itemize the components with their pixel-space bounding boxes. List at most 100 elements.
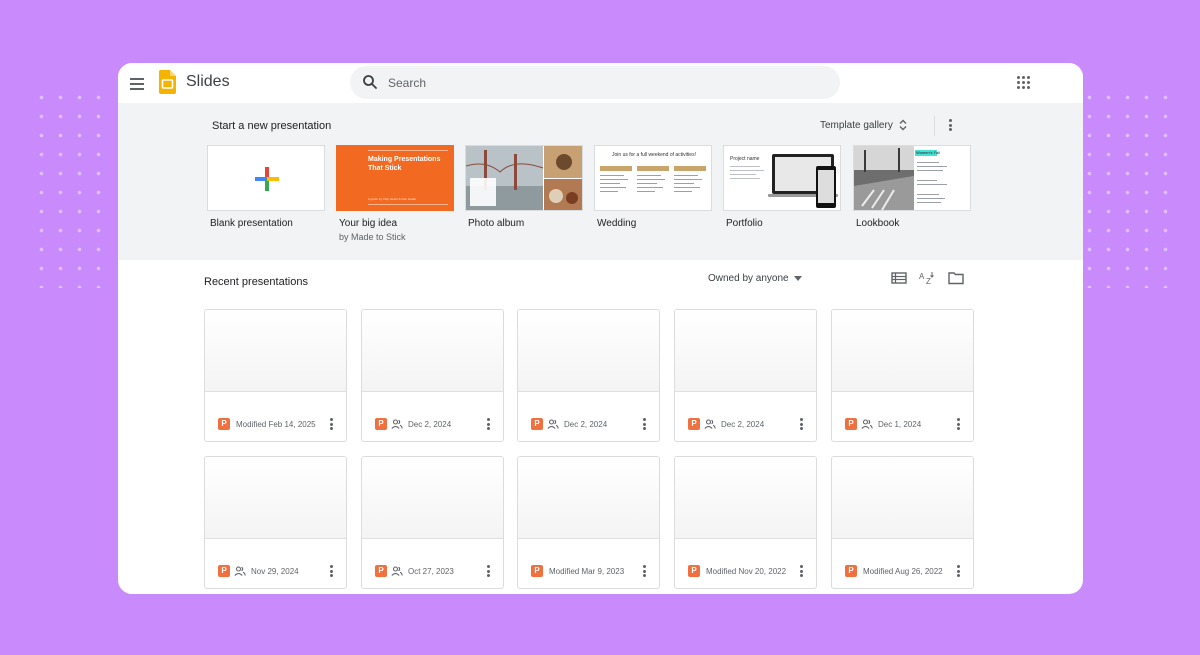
shared-people-icon <box>234 566 246 576</box>
svg-text:A: A <box>919 272 925 281</box>
template-lookbook[interactable]: Women's Fall Lookbook <box>853 145 971 229</box>
shared-people-icon <box>704 419 716 429</box>
street-photo-image <box>854 146 947 210</box>
presentation-card[interactable]: P Oct 27, 2023 <box>361 456 504 589</box>
presentation-thumbnail <box>832 457 973 539</box>
dropdown-arrow-icon <box>793 276 802 281</box>
template-thumbnail <box>207 145 325 211</box>
devices-mockup-image <box>730 154 838 208</box>
modified-date: Nov 29, 2024 <box>251 567 299 576</box>
template-gallery-button[interactable]: Template gallery <box>820 116 908 134</box>
template-thumbnail: Women's Fall <box>853 145 971 211</box>
thumb-title: Women's Fall <box>916 150 941 155</box>
modified-date: Dec 2, 2024 <box>408 420 452 429</box>
file-more-options-icon[interactable] <box>642 418 646 430</box>
sort-az-icon[interactable]: A Z <box>919 271 935 285</box>
owner-filter-dropdown[interactable]: Owned by anyone <box>708 273 802 284</box>
template-thumbnail <box>465 145 583 211</box>
template-portfolio[interactable]: Project name Portfolio <box>723 145 841 229</box>
template-thumbnail: Join us for a full weekend of activities… <box>594 145 712 211</box>
presentation-card[interactable]: P Dec 2, 2024 <box>361 309 504 442</box>
modified-date: Dec 2, 2024 <box>721 420 765 429</box>
app-header: Slides <box>118 63 1083 103</box>
presentation-card[interactable]: P Dec 2, 2024 <box>674 309 817 442</box>
modified-date: Modified Nov 20, 2022 <box>706 567 787 576</box>
photo-collage-image <box>466 146 582 210</box>
file-more-options-icon[interactable] <box>642 565 646 577</box>
list-view-icon[interactable] <box>891 271 907 285</box>
template-thumbnail: Making Presentations That Stick A guide … <box>336 145 454 211</box>
template-label: Blank presentation <box>210 218 293 229</box>
file-more-options-icon[interactable] <box>486 565 490 577</box>
presentation-card[interactable]: P Modified Mar 9, 2023 <box>517 456 660 589</box>
file-more-options-icon[interactable] <box>329 565 333 577</box>
template-author: by Made to Stick <box>339 232 406 242</box>
recent-presentations-heading: Recent presentations <box>204 276 308 288</box>
unfold-icon <box>899 119 907 131</box>
shared-people-icon <box>391 566 403 576</box>
presentation-file-icon: P <box>375 418 387 430</box>
slides-logo-icon[interactable] <box>159 70 176 94</box>
template-label: Photo album <box>468 218 525 229</box>
presentation-file-icon: P <box>375 565 387 577</box>
presentation-file-icon: P <box>688 565 700 577</box>
thumb-rule <box>368 150 448 151</box>
template-thumbnail: Project name <box>723 145 841 211</box>
presentation-thumbnail <box>518 310 659 392</box>
template-your-big-idea[interactable]: Making Presentations That Stick A guide … <box>336 145 454 242</box>
presentation-card[interactable]: P Dec 2, 2024 <box>517 309 660 442</box>
plus-icon <box>255 167 279 191</box>
modified-date: Modified Mar 9, 2023 <box>549 567 625 576</box>
file-more-options-icon[interactable] <box>956 418 960 430</box>
modified-date: Modified Feb 14, 2025 <box>236 420 316 429</box>
svg-text:Z: Z <box>926 277 931 285</box>
presentation-file-icon: P <box>218 565 230 577</box>
template-label: Portfolio <box>726 218 763 229</box>
modified-date: Oct 27, 2023 <box>408 567 454 576</box>
presentation-card[interactable]: P Dec 1, 2024 <box>831 309 974 442</box>
search-bar[interactable] <box>350 66 840 99</box>
modified-date: Modified Aug 26, 2022 <box>863 567 943 576</box>
file-more-options-icon[interactable] <box>329 418 333 430</box>
folder-picker-icon[interactable] <box>948 271 964 285</box>
template-blank-presentation[interactable]: Blank presentation <box>207 145 325 229</box>
shared-people-icon <box>547 419 559 429</box>
modified-date: Dec 1, 2024 <box>878 420 922 429</box>
presentation-file-icon: P <box>845 565 857 577</box>
presentation-card[interactable]: P Nov 29, 2024 <box>204 456 347 589</box>
new-presentation-section: Start a new presentation Template galler… <box>118 103 1083 260</box>
main-menu-icon[interactable] <box>128 73 148 93</box>
presentation-card[interactable]: P Modified Nov 20, 2022 <box>674 456 817 589</box>
presentation-thumbnail <box>362 457 503 539</box>
template-wedding[interactable]: Join us for a full weekend of activities… <box>594 145 712 229</box>
app-title[interactable]: Slides <box>186 73 230 91</box>
template-label: Wedding <box>597 218 637 229</box>
owner-filter-label: Owned by anyone <box>708 273 789 284</box>
presentation-file-icon: P <box>688 418 700 430</box>
file-more-options-icon[interactable] <box>486 418 490 430</box>
template-gallery-label: Template gallery <box>820 119 893 131</box>
presentation-thumbnail <box>518 457 659 539</box>
presentation-file-icon: P <box>845 418 857 430</box>
presentation-thumbnail <box>675 457 816 539</box>
template-label: Your big idea <box>339 218 398 229</box>
file-more-options-icon[interactable] <box>799 418 803 430</box>
presentation-thumbnail <box>675 310 816 392</box>
decorative-dot-grid-left <box>32 88 112 288</box>
google-apps-icon[interactable] <box>1016 75 1032 91</box>
template-label: Lookbook <box>856 218 900 229</box>
presentation-card[interactable]: P Modified Feb 14, 2025 <box>204 309 347 442</box>
presentation-thumbnail <box>205 457 346 539</box>
decorative-dot-grid-right <box>1080 88 1172 288</box>
thumb-title: Making Presentations That Stick <box>368 156 441 172</box>
search-icon[interactable] <box>362 74 378 90</box>
template-more-options-icon[interactable] <box>948 119 952 131</box>
schedule-columns-graphic <box>600 166 706 192</box>
slides-home-window: Slides Start a new presentation Template… <box>118 63 1083 594</box>
search-input[interactable] <box>388 73 808 93</box>
file-more-options-icon[interactable] <box>956 565 960 577</box>
presentation-card[interactable]: P Modified Aug 26, 2022 <box>831 456 974 589</box>
template-photo-album[interactable]: Photo album <box>465 145 583 229</box>
file-more-options-icon[interactable] <box>799 565 803 577</box>
presentation-thumbnail <box>362 310 503 392</box>
